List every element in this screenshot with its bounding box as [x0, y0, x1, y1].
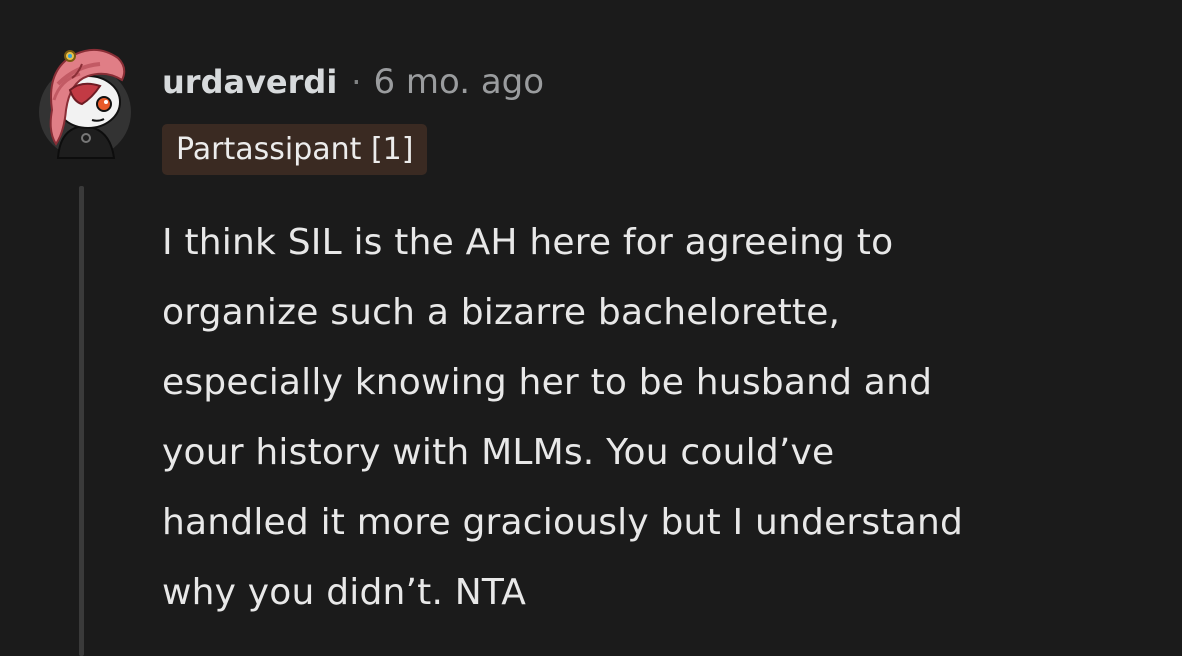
- comment-header: urdaverdi · 6 mo. ago: [162, 58, 544, 106]
- comment-body-line: organize such a bizarre bachelorette,: [162, 292, 841, 333]
- user-avatar-icon[interactable]: [36, 40, 134, 160]
- comment-body-line: your history with MLMs. You could’ve: [162, 432, 835, 473]
- comment-body: I think SIL is the AH here for agreeing …: [162, 208, 1162, 628]
- comment-body-line: especially knowing her to be husband and: [162, 362, 933, 403]
- user-flair-badge: Partassipant [1]: [162, 124, 428, 175]
- comment-body-line: why you didn’t. NTA: [162, 572, 527, 613]
- username-link[interactable]: urdaverdi: [162, 63, 337, 101]
- comment: urdaverdi · 6 mo. ago Partassipant [1] I…: [0, 0, 1182, 656]
- comment-timestamp[interactable]: 6 mo. ago: [373, 62, 544, 102]
- thread-collapse-line[interactable]: [79, 186, 84, 656]
- meta-separator: ·: [351, 63, 362, 101]
- comment-body-line: I think SIL is the AH here for agreeing …: [162, 222, 894, 263]
- comment-body-line: handled it more graciously but I underst…: [162, 502, 964, 543]
